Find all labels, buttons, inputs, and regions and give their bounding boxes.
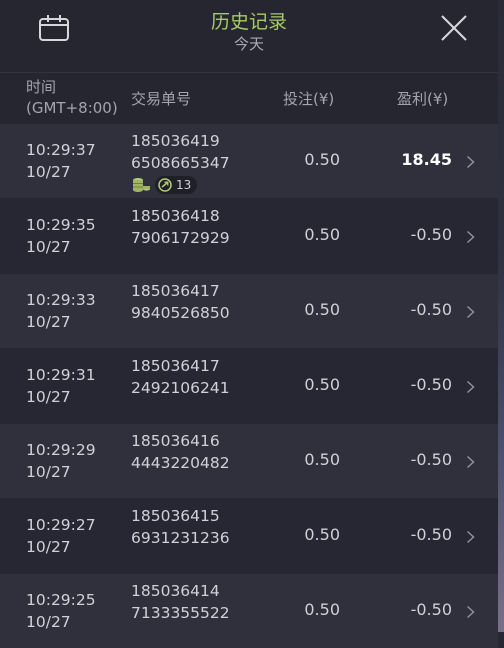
chevron-right-icon[interactable] bbox=[466, 604, 475, 619]
row-trade-id-line2: 6508665347 bbox=[131, 154, 230, 172]
row-time: 10:29:25 10/27 bbox=[26, 589, 96, 633]
row-trade-id-line2: 4443220482 bbox=[131, 454, 230, 472]
row-trade-id-line2: 2492106241 bbox=[131, 379, 230, 397]
row-date-value: 10/27 bbox=[26, 313, 71, 331]
table-header: 时间 (GMT+8:00) 交易单号 投注(¥) 盈利(¥) bbox=[0, 72, 498, 125]
chevron-right-icon[interactable] bbox=[466, 304, 475, 319]
row-date-value: 10/27 bbox=[26, 238, 71, 256]
row-trade-id: 185036415 6931231236 bbox=[131, 505, 230, 549]
row-badges: 13 bbox=[131, 176, 198, 194]
row-trade-id: 185036417 9840526850 bbox=[131, 280, 230, 324]
background-edge bbox=[498, 0, 504, 632]
row-bet: 0.50 bbox=[304, 600, 340, 619]
table-row[interactable]: 10:29:31 10/27 185036417 2492106241 0.50 -0.5… bbox=[0, 349, 498, 423]
row-date-value: 10/27 bbox=[26, 463, 71, 481]
row-profit: -0.50 bbox=[410, 300, 452, 319]
row-trade-id-line1: 185036414 bbox=[131, 582, 220, 600]
table-row[interactable]: 10:29:29 10/27 185036416 4443220482 0.50 -0.5… bbox=[0, 424, 498, 498]
row-trade-id-line1: 185036416 bbox=[131, 432, 220, 450]
row-trade-id-line1: 185036417 bbox=[131, 282, 220, 300]
row-bet: 0.50 bbox=[304, 150, 340, 169]
column-header-timezone: (GMT+8:00) bbox=[26, 99, 118, 117]
row-bet: 0.50 bbox=[304, 450, 340, 469]
column-header-profit: 盈利(¥) bbox=[397, 90, 449, 108]
row-trade-id: 185036417 2492106241 bbox=[131, 355, 230, 399]
row-trade-id-line1: 185036419 bbox=[131, 132, 220, 150]
row-bet: 0.50 bbox=[304, 375, 340, 394]
table-row[interactable]: 10:29:33 10/27 185036417 9840526850 0.50 -0.5… bbox=[0, 274, 498, 348]
row-time-value: 10:29:27 bbox=[26, 516, 96, 534]
row-trade-id: 185036414 7133355522 bbox=[131, 580, 230, 624]
chevron-right-icon[interactable] bbox=[466, 529, 475, 544]
page-title: 历史记录 bbox=[210, 11, 287, 33]
row-time: 10:29:31 10/27 bbox=[26, 364, 96, 408]
table-row[interactable]: 10:29:27 10/27 185036415 6931231236 0.50 -0.5… bbox=[0, 499, 498, 573]
free-spin-badge: 13 bbox=[155, 176, 198, 194]
column-header-bet: 投注(¥) bbox=[283, 90, 335, 108]
chevron-right-icon[interactable] bbox=[466, 229, 475, 244]
row-time-value: 10:29:35 bbox=[26, 216, 96, 234]
row-profit: -0.50 bbox=[410, 525, 452, 544]
chevron-right-icon[interactable] bbox=[466, 454, 475, 469]
row-time: 10:29:35 10/27 bbox=[26, 214, 96, 258]
row-trade-id-line1: 185036417 bbox=[131, 357, 220, 375]
row-trade-id-line2: 7133355522 bbox=[131, 604, 230, 622]
close-icon[interactable] bbox=[440, 14, 468, 42]
row-trade-id-line2: 9840526850 bbox=[131, 304, 230, 322]
row-profit: -0.50 bbox=[410, 375, 452, 394]
column-header-time-label: 时间 bbox=[26, 78, 57, 96]
row-time-value: 10:29:37 bbox=[26, 141, 96, 159]
row-profit: -0.50 bbox=[410, 600, 452, 619]
row-date-value: 10/27 bbox=[26, 613, 71, 631]
row-trade-id-line2: 6931231236 bbox=[131, 529, 230, 547]
row-bet: 0.50 bbox=[304, 525, 340, 544]
row-trade-id: 185036416 4443220482 bbox=[131, 430, 230, 474]
row-trade-id-line1: 185036418 bbox=[131, 207, 220, 225]
row-time-value: 10:29:29 bbox=[26, 441, 96, 459]
row-time: 10:29:27 10/27 bbox=[26, 514, 96, 558]
row-trade-id-line1: 185036415 bbox=[131, 507, 220, 525]
table-row[interactable]: 10:29:25 10/27 185036414 7133355522 0.50 -0.5… bbox=[0, 574, 498, 648]
column-header-time: 时间 (GMT+8:00) bbox=[26, 77, 118, 119]
column-header-trade-id: 交易单号 bbox=[131, 90, 192, 108]
coin-stack-icon bbox=[133, 178, 150, 192]
row-trade-id-line2: 7906172929 bbox=[131, 229, 230, 247]
row-profit: -0.50 bbox=[410, 225, 452, 244]
spin-icon bbox=[158, 178, 172, 192]
row-time: 10:29:29 10/27 bbox=[26, 439, 96, 483]
row-bet: 0.50 bbox=[304, 300, 340, 319]
chevron-right-icon[interactable] bbox=[466, 154, 475, 169]
row-date-value: 10/27 bbox=[26, 388, 71, 406]
top-bar: 历史记录 今天 bbox=[0, 0, 498, 72]
row-profit: 18.45 bbox=[401, 150, 452, 169]
row-bet: 0.50 bbox=[304, 225, 340, 244]
row-time-value: 10:29:25 bbox=[26, 591, 96, 609]
table-row[interactable]: 10:29:37 10/27 185036419 6508665347 13 0.50 18… bbox=[0, 124, 498, 198]
row-time-value: 10:29:31 bbox=[26, 366, 96, 384]
row-profit: -0.50 bbox=[410, 450, 452, 469]
row-time: 10:29:37 10/27 bbox=[26, 139, 96, 183]
row-time: 10:29:33 10/27 bbox=[26, 289, 96, 333]
table-row[interactable]: 10:29:35 10/27 185036418 7906172929 0.50 -0.5… bbox=[0, 199, 498, 273]
chevron-right-icon[interactable] bbox=[466, 379, 475, 394]
row-date-value: 10/27 bbox=[26, 538, 71, 556]
row-time-value: 10:29:33 bbox=[26, 291, 96, 309]
row-trade-id: 185036419 6508665347 bbox=[131, 130, 230, 174]
free-spin-count: 13 bbox=[176, 178, 192, 192]
date-filter-label[interactable]: 今天 bbox=[0, 35, 498, 53]
row-date-value: 10/27 bbox=[26, 163, 71, 181]
row-trade-id: 185036418 7906172929 bbox=[131, 205, 230, 249]
